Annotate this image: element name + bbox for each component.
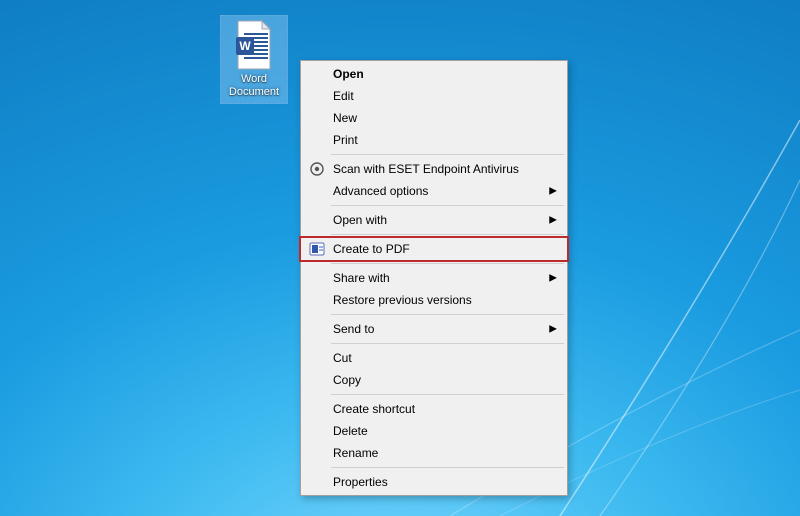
menu-item-open-with[interactable]: Open with ▶ xyxy=(303,209,565,231)
menu-item-label: Rename xyxy=(333,446,545,460)
menu-item-label: Restore previous versions xyxy=(333,293,545,307)
menu-item-label: Scan with ESET Endpoint Antivirus xyxy=(333,162,545,176)
menu-item-label: Open with xyxy=(333,213,545,227)
menu-separator xyxy=(331,343,564,344)
menu-item-rename[interactable]: Rename xyxy=(303,442,565,464)
menu-item-open[interactable]: Open xyxy=(303,63,565,85)
menu-item-label: Advanced options xyxy=(333,184,545,198)
menu-separator xyxy=(331,263,564,264)
submenu-chevron-icon: ▶ xyxy=(549,215,557,226)
menu-separator xyxy=(331,154,564,155)
menu-separator xyxy=(331,467,564,468)
menu-separator xyxy=(331,205,564,206)
submenu-chevron-icon: ▶ xyxy=(549,273,557,284)
menu-item-advanced-options[interactable]: Advanced options ▶ xyxy=(303,180,565,202)
menu-item-label: Edit xyxy=(333,89,545,103)
menu-item-create-shortcut[interactable]: Create shortcut xyxy=(303,398,565,420)
menu-separator xyxy=(331,314,564,315)
menu-item-label: Create to PDF xyxy=(333,242,545,256)
desktop-icon-word-document[interactable]: W Word Document xyxy=(220,15,288,104)
menu-item-properties[interactable]: Properties xyxy=(303,471,565,493)
menu-item-edit[interactable]: Edit xyxy=(303,85,565,107)
menu-item-label: New xyxy=(333,111,545,125)
menu-item-label: Copy xyxy=(333,373,545,387)
menu-item-label: Properties xyxy=(333,475,545,489)
eset-icon xyxy=(308,160,326,178)
menu-separator xyxy=(331,394,564,395)
menu-item-create-to-pdf[interactable]: Create to PDF xyxy=(303,238,565,260)
menu-item-cut[interactable]: Cut xyxy=(303,347,565,369)
menu-item-label: Create shortcut xyxy=(333,402,545,416)
menu-item-copy[interactable]: Copy xyxy=(303,369,565,391)
desktop-icon-label: Word Document xyxy=(229,73,279,99)
menu-item-print[interactable]: Print xyxy=(303,129,565,151)
context-menu: Open Edit New Print Scan with ESET Endpo… xyxy=(300,60,568,496)
menu-item-label: Delete xyxy=(333,424,545,438)
pdf-app-icon xyxy=(308,240,326,258)
menu-item-share-with[interactable]: Share with ▶ xyxy=(303,267,565,289)
menu-item-restore-previous-versions[interactable]: Restore previous versions xyxy=(303,289,565,311)
submenu-chevron-icon: ▶ xyxy=(549,324,557,335)
submenu-chevron-icon: ▶ xyxy=(549,186,557,197)
menu-item-label: Print xyxy=(333,133,545,147)
menu-item-delete[interactable]: Delete xyxy=(303,420,565,442)
word-document-file-icon: W xyxy=(232,19,276,71)
menu-separator xyxy=(331,234,564,235)
menu-item-label: Send to xyxy=(333,322,545,336)
menu-item-eset-scan[interactable]: Scan with ESET Endpoint Antivirus xyxy=(303,158,565,180)
menu-item-label: Share with xyxy=(333,271,545,285)
svg-text:W: W xyxy=(239,39,251,53)
menu-item-new[interactable]: New xyxy=(303,107,565,129)
menu-item-send-to[interactable]: Send to ▶ xyxy=(303,318,565,340)
menu-item-label: Open xyxy=(333,67,545,81)
menu-item-label: Cut xyxy=(333,351,545,365)
